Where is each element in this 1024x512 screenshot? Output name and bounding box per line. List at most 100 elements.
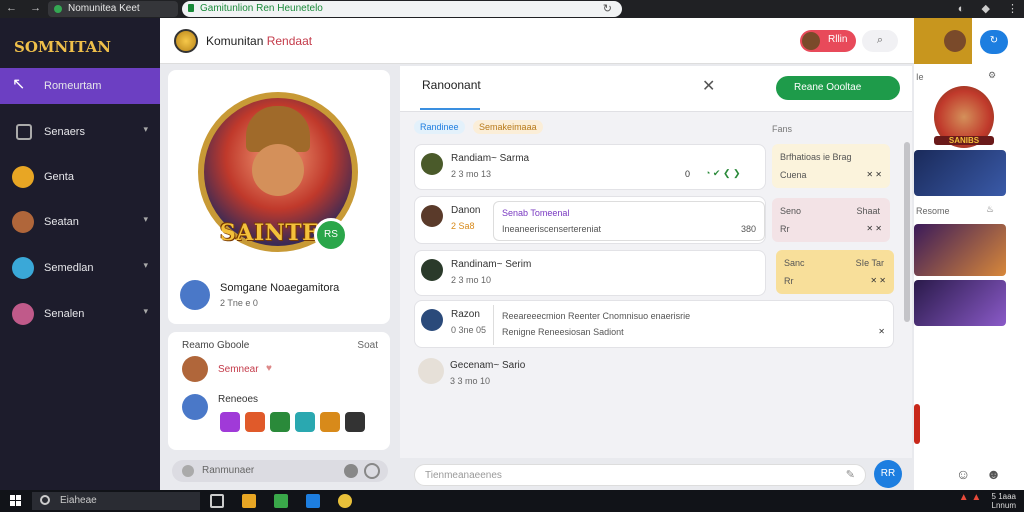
tab-favicon-icon bbox=[54, 5, 62, 13]
input-placeholder: Tienmeanaeenes bbox=[425, 470, 502, 481]
browser-actions: ◐ ◆ ⋮ bbox=[944, 2, 1018, 15]
list-item[interactable]: Razon 0 3ne 05 Reeareeecmion Reenter Cno… bbox=[414, 300, 894, 348]
game-thumb-icon[interactable] bbox=[345, 412, 365, 432]
avatar[interactable] bbox=[182, 394, 208, 420]
taskbar-search[interactable]: Eiaheae bbox=[32, 492, 200, 510]
sidebar-item-label: Senalen bbox=[44, 308, 85, 320]
friend-name[interactable]: Reneoes bbox=[218, 394, 258, 405]
game-thumb[interactable] bbox=[914, 150, 1006, 196]
avatar bbox=[421, 259, 443, 281]
browser-tab[interactable]: Nomunitea Keet bbox=[48, 1, 178, 17]
row-action-icons[interactable]: ◔ ✔ ❮ ❯ bbox=[705, 168, 741, 179]
game-thumb[interactable] bbox=[914, 224, 1006, 276]
close-icon[interactable]: ✕ bbox=[878, 327, 885, 336]
row-name: Danon bbox=[451, 205, 481, 216]
game-thumb[interactable] bbox=[914, 280, 1006, 326]
sidebar-item-home[interactable]: ↖ Romeurtam bbox=[0, 68, 160, 104]
game-thumb-icon[interactable] bbox=[295, 412, 315, 432]
list-item[interactable]: Randinam~ Serim 2 3 mo 10 bbox=[414, 250, 766, 296]
bubble-count: 380 bbox=[740, 224, 756, 234]
avatar bbox=[802, 32, 820, 50]
send-button[interactable]: RR bbox=[874, 460, 902, 488]
tray-alert-icon[interactable]: ▲ ▲ bbox=[959, 492, 982, 503]
row-count: 0 bbox=[685, 169, 691, 179]
heart-icon[interactable]: ♥ bbox=[266, 363, 272, 374]
friend-name[interactable]: Semnear bbox=[218, 364, 259, 375]
primary-action-button[interactable]: Reane Oooltae bbox=[776, 76, 900, 100]
list-item[interactable]: Randiam~ Sarma 2 3 mo 13 0 ◔ ✔ ❮ ❯ bbox=[414, 144, 766, 190]
sidebar-item-seatan[interactable]: Seatan ▾ bbox=[0, 204, 160, 240]
user-icon[interactable]: ☺ bbox=[956, 466, 970, 482]
game-icon bbox=[12, 166, 34, 188]
side-card[interactable]: Seno Shaat Rr ✕ ✕ bbox=[772, 198, 890, 242]
avatar bbox=[421, 205, 443, 227]
profile-name: Somgane Noaegamitora bbox=[220, 282, 340, 294]
task-view-icon[interactable] bbox=[210, 494, 224, 508]
card-action-icons[interactable]: ✕ ✕ bbox=[866, 170, 882, 179]
emoji-icon[interactable]: ☻ bbox=[986, 466, 1001, 482]
refresh-button[interactable]: ↻ bbox=[980, 30, 1008, 54]
avatar[interactable] bbox=[182, 356, 208, 382]
search-button[interactable]: ⌕ bbox=[862, 30, 898, 52]
row-sub: 3 3 mo 10 bbox=[450, 376, 491, 386]
card-action-icons[interactable]: ✕ ✕ bbox=[866, 224, 882, 233]
back-icon[interactable]: ← bbox=[6, 2, 17, 14]
windows-start-icon[interactable] bbox=[10, 495, 22, 507]
settings-icon[interactable]: ⚙ bbox=[988, 70, 996, 81]
list-item[interactable]: Gecenam~ Sario 3 3 mo 10 bbox=[414, 352, 766, 392]
cursor-icon: ↖ bbox=[12, 76, 26, 93]
fire-icon[interactable]: ♨ bbox=[986, 204, 994, 215]
store-icon[interactable] bbox=[306, 494, 320, 508]
message-input[interactable]: Tienmeanaeenes ✎ bbox=[414, 464, 866, 486]
sidebar-search-input[interactable]: Ranmunaer bbox=[172, 460, 388, 482]
avatar[interactable] bbox=[944, 30, 966, 52]
tab-main[interactable]: Ranoonant bbox=[422, 78, 481, 92]
user-badge[interactable]: Rllin bbox=[800, 30, 856, 52]
folder-icon[interactable] bbox=[242, 494, 256, 508]
extension-icon[interactable]: ◐ bbox=[958, 3, 965, 15]
sidebar-item-label: Semedlan bbox=[44, 262, 94, 274]
game-thumb-icon[interactable] bbox=[220, 412, 240, 432]
browser-icon[interactable] bbox=[338, 494, 352, 508]
game-thumb-icon[interactable] bbox=[270, 412, 290, 432]
community-logo-icon bbox=[174, 29, 198, 53]
clock-date: Lnnum bbox=[991, 501, 1016, 510]
sidebar-item-semedlan[interactable]: Semedlan ▾ bbox=[0, 250, 160, 286]
app-logo[interactable]: SOMNITAN bbox=[14, 38, 111, 56]
sidebar: SOMNITAN ↖ Romeurtam Senaers ▾ Genta Sea… bbox=[0, 18, 160, 490]
pen-icon[interactable]: ✎ bbox=[846, 468, 855, 481]
refresh-icon[interactable]: ↻ bbox=[603, 2, 612, 15]
sidebar-item-servers[interactable]: Senaers ▾ bbox=[0, 114, 160, 150]
row-sub: 2 3 mo 10 bbox=[451, 275, 492, 285]
address-bar[interactable]: Gamitunlion Ren Heunetelo ↻ bbox=[182, 1, 622, 17]
side-card[interactable]: Sanc SIe Tar Rr ✕ ✕ bbox=[776, 250, 894, 294]
screen-icon bbox=[16, 124, 32, 140]
sidebar-item-label: Senaers bbox=[44, 126, 85, 138]
filter-chip[interactable]: Randinee bbox=[414, 120, 465, 134]
side-card[interactable]: Brfhatioas ie Brag Cuena ✕ ✕ bbox=[772, 144, 890, 188]
close-icon[interactable]: ✕ bbox=[702, 76, 715, 96]
game-thumb-icon[interactable] bbox=[245, 412, 265, 432]
verified-badge-icon: RS bbox=[314, 218, 348, 252]
filter-fans-label[interactable]: Fans bbox=[772, 124, 792, 134]
toggle-icon[interactable] bbox=[344, 464, 358, 478]
lock-icon bbox=[188, 4, 194, 12]
row-name: Randiam~ Sarma bbox=[451, 153, 530, 164]
scrollbar[interactable] bbox=[904, 142, 910, 322]
card-action-icons[interactable]: ✕ ✕ bbox=[870, 276, 886, 285]
sidebar-item-games[interactable]: Genta bbox=[0, 159, 160, 195]
url-text: Gamitunlion Ren Heunetelo bbox=[200, 3, 323, 14]
menu-icon[interactable]: ⋮ bbox=[1007, 3, 1018, 15]
game-thumb-icon[interactable] bbox=[320, 412, 340, 432]
row-name: Razon bbox=[451, 309, 480, 320]
avatar[interactable] bbox=[180, 280, 210, 310]
friends-see-all-link[interactable]: Soat bbox=[357, 340, 378, 351]
app-icon[interactable] bbox=[274, 494, 288, 508]
shield-icon[interactable]: ◆ bbox=[981, 3, 989, 15]
sidebar-item-senalen[interactable]: Senalen ▾ bbox=[0, 296, 160, 332]
lock-icon[interactable] bbox=[364, 463, 380, 479]
forward-icon[interactable]: → bbox=[30, 2, 41, 14]
list-item[interactable]: Danon 2 Sa8 Senab Tomeenal Ineaneeriscen… bbox=[414, 196, 766, 244]
browser-toolbar: ← → Nomunitea Keet Gamitunlion Ren Heune… bbox=[0, 0, 1024, 18]
filter-chip[interactable]: Semakeimaaa bbox=[473, 120, 543, 134]
